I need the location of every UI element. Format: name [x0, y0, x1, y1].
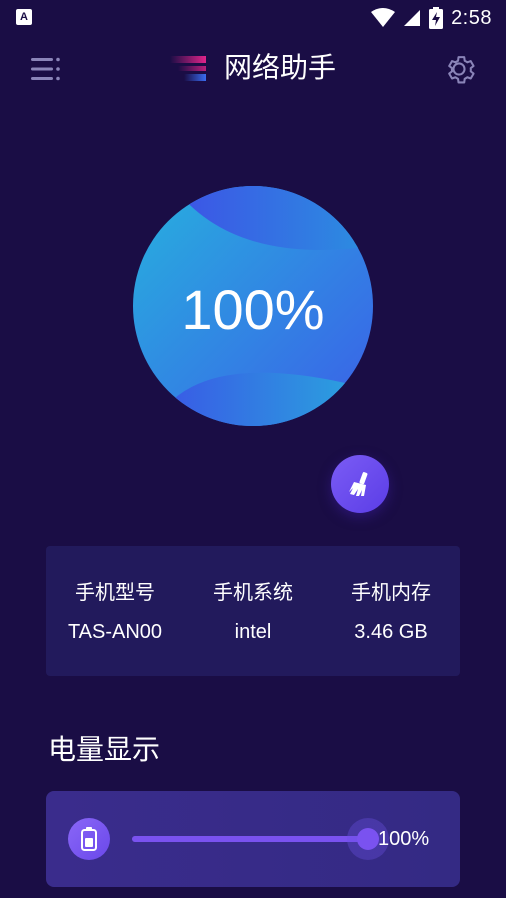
menu-button[interactable]: [28, 54, 64, 84]
gear-icon: [448, 56, 475, 84]
info-label: 手机内存: [351, 580, 431, 604]
battery-slider-fill: [132, 836, 368, 842]
info-value: intel: [234, 621, 272, 643]
app-header: 网络助手: [0, 40, 506, 100]
info-label: 手机型号: [75, 580, 155, 604]
info-label: 手机系统: [213, 580, 293, 604]
battery-slider-track: [132, 836, 368, 842]
status-time: 2:58: [451, 6, 492, 29]
font-a-icon: A: [16, 9, 32, 25]
info-item-memory: 手机内存 3.46 GB: [322, 546, 460, 676]
info-item-system: 手机系统 intel: [184, 546, 322, 676]
battery-charging-icon: [429, 7, 444, 29]
battery-percent: 100%: [378, 828, 430, 850]
settings-button[interactable]: [440, 50, 478, 88]
status-bar: A 2:58: [0, 0, 506, 36]
device-info-card: 手机型号 TAS-AN00 手机系统 intel 手机内存 3.46 GB: [46, 546, 460, 676]
battery-section-title: 电量显示: [48, 733, 161, 766]
menu-icon: [31, 57, 60, 81]
broom-icon: [349, 472, 368, 496]
gauge-value: 100%: [181, 278, 325, 341]
battery-icon: [68, 818, 110, 860]
battery-card: 100%: [46, 791, 460, 887]
app-logo-icon: [168, 54, 208, 84]
app-title: 网络助手: [224, 51, 337, 84]
wifi-icon: [371, 8, 396, 27]
slider-thumb-knob: [357, 828, 379, 850]
status-icons: 2:58: [371, 4, 492, 32]
info-item-model: 手机型号 TAS-AN00: [46, 546, 184, 676]
clean-button[interactable]: [331, 455, 389, 513]
signal-icon: [404, 10, 421, 26]
info-value: TAS-AN00: [67, 621, 163, 643]
info-value: 3.46 GB: [354, 621, 428, 643]
